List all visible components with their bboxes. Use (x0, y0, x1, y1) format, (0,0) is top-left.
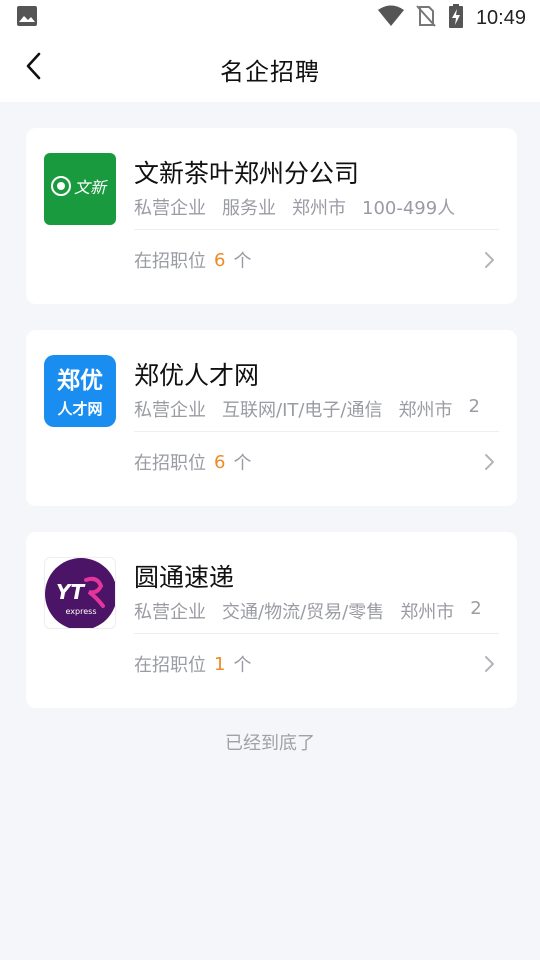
company-logo: 文新 (44, 153, 116, 225)
company-name: 文新茶叶郑州分公司 (134, 159, 360, 188)
nav-bar: 名企招聘 (0, 36, 540, 102)
chevron-left-icon (24, 51, 44, 85)
back-button[interactable] (14, 48, 54, 88)
logo-text: YT (56, 580, 85, 604)
open-jobs-row[interactable]: 在招职位 6 个 (134, 246, 499, 274)
jobs-unit: 个 (233, 453, 252, 474)
logo-text: 文新 (74, 178, 108, 197)
open-jobs-row[interactable]: 在招职位 6 个 (134, 448, 499, 476)
tag-industry: 交通/物流/贸易/零售 (222, 602, 385, 623)
divider (134, 229, 499, 230)
jobs-label: 在招职位 (134, 655, 206, 676)
company-tags: 私营企业 互联网/IT/电子/通信 郑州市 2 (134, 396, 499, 422)
jobs-count: 6 (214, 451, 226, 473)
company-card[interactable]: 文新 文新茶叶郑州分公司 私营企业 服务业 郑州市 100-499人 在招职位 … (26, 128, 517, 304)
tag-size: 100-499人 (362, 198, 456, 219)
tag-industry: 互联网/IT/电子/通信 (222, 400, 383, 421)
company-tags: 私营企业 交通/物流/贸易/零售 郑州市 2 (134, 598, 499, 624)
page-title: 名企招聘 (220, 57, 320, 86)
wifi-icon (377, 5, 404, 31)
jobs-unit: 个 (233, 251, 252, 272)
company-card[interactable]: YT express 圆通速递 私营企业 交通/物流/贸易/零售 郑州市 2 在… (26, 532, 517, 708)
company-list: 文新 文新茶叶郑州分公司 私营企业 服务业 郑州市 100-499人 在招职位 … (26, 128, 517, 734)
logo-sub-text: express (66, 607, 97, 616)
image-icon (16, 5, 38, 31)
logo-text-sub: 人才网 (57, 400, 102, 418)
tag-size: 2 (470, 598, 482, 619)
tag-city: 郑州市 (398, 400, 453, 421)
tag-size: 2 (468, 396, 480, 417)
jobs-label: 在招职位 (134, 251, 206, 272)
chevron-right-icon (479, 654, 499, 674)
battery-charging-icon (448, 4, 464, 32)
chevron-right-icon (479, 250, 499, 270)
status-bar: 10:49 (0, 0, 540, 36)
company-name: 圆通速递 (134, 563, 235, 592)
logo-text-main: 郑优 (57, 368, 103, 394)
tag-ownership: 私营企业 (134, 198, 206, 219)
tag-city: 郑州市 (292, 198, 346, 219)
jobs-label: 在招职位 (134, 453, 206, 474)
company-tags: 私营企业 服务业 郑州市 100-499人 (134, 194, 499, 220)
jobs-unit: 个 (233, 655, 252, 676)
tag-ownership: 私营企业 (134, 602, 206, 623)
tag-industry: 服务业 (222, 198, 276, 219)
company-card[interactable]: 郑优 人才网 郑优人才网 私营企业 互联网/IT/电子/通信 郑州市 2 在招职… (26, 330, 517, 506)
no-sim-icon (416, 5, 436, 31)
jobs-count: 6 (214, 249, 226, 271)
status-time: 10:49 (475, 6, 526, 29)
open-jobs-row[interactable]: 在招职位 1 个 (134, 650, 499, 678)
divider (134, 633, 499, 634)
tag-city: 郑州市 (400, 602, 455, 623)
jobs-count: 1 (214, 653, 226, 675)
company-logo: 郑优 人才网 (44, 355, 116, 427)
company-name: 郑优人才网 (134, 361, 260, 390)
end-of-list-text: 已经到底了 (225, 733, 315, 754)
chevron-right-icon (479, 452, 499, 472)
company-logo: YT express (44, 557, 116, 629)
divider (134, 431, 499, 432)
tag-ownership: 私营企业 (134, 400, 206, 421)
